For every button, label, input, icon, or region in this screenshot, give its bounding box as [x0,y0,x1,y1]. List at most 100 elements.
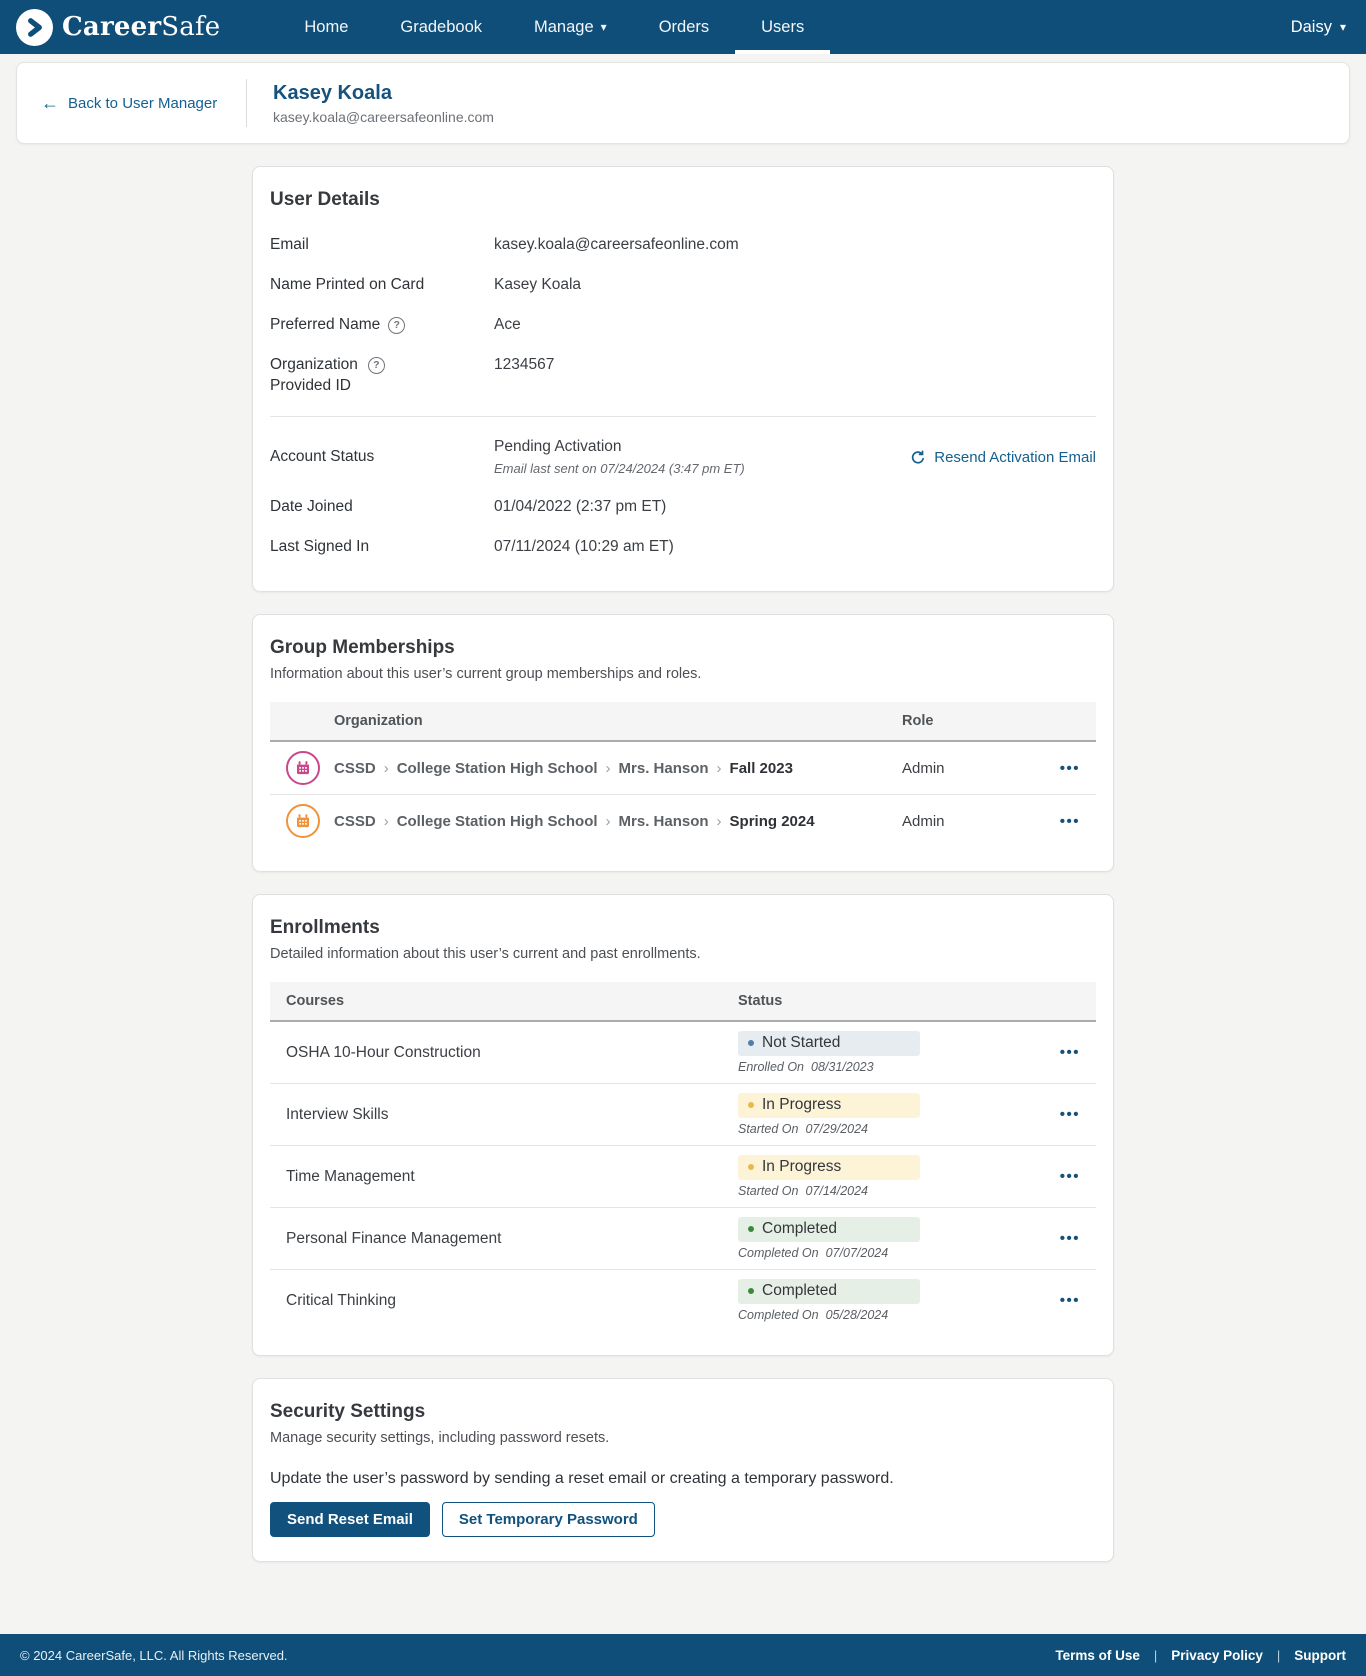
group-memberships-card: Group Memberships Information about this… [252,614,1114,872]
caret-down-icon: ▾ [601,20,607,34]
enrollment-row: OSHA 10-Hour Construction Not Started En… [270,1022,1096,1084]
ellipsis-menu-icon[interactable]: ••• [1040,1231,1080,1246]
breadcrumb-district[interactable]: CSSD [334,813,376,830]
nav-item-gradebook[interactable]: Gradebook [374,0,508,54]
breadcrumb-teacher[interactable]: Mrs. Hanson [619,813,709,830]
user-identity: Kasey Koala kasey.koala@careersafeonline… [273,82,494,125]
org-id-text-line2: Provided ID [270,377,494,395]
status-date-value: 07/07/2024 [826,1246,889,1260]
ellipsis-menu-icon[interactable]: ••• [1040,1169,1080,1184]
breadcrumb-teacher[interactable]: Mrs. Hanson [619,760,709,777]
account-status-value: Pending Activation [494,438,910,456]
security-settings-card: Security Settings Manage security settin… [252,1378,1114,1562]
status-dot-icon [748,1102,754,1108]
ellipsis-menu-icon[interactable]: ••• [1040,1293,1080,1308]
careersafe-chevron-icon [16,9,53,46]
header-actions-spacer [1040,993,1080,1009]
brand-name: CareerSafe [62,12,220,42]
status-label: Not Started [762,1034,840,1052]
top-navigation: CareerSafe Home Gradebook Manage ▾ Order… [0,0,1366,54]
account-status-value-block: Pending Activation Email last sent on 07… [494,438,910,476]
enrollment-row: Time Management In Progress Started On 0… [270,1146,1096,1208]
nav-item-users-label: Users [761,18,804,37]
nav-item-gradebook-label: Gradebook [400,18,482,37]
support-link[interactable]: Support [1294,1648,1346,1663]
membership-row: CSSD › College Station High School › Mrs… [270,795,1096,847]
user-page-header: ← Back to User Manager Kasey Koala kasey… [16,62,1350,144]
breadcrumb-term[interactable]: Spring 2024 [730,813,815,830]
terms-of-use-link[interactable]: Terms of Use [1055,1648,1140,1663]
footer-separator: | [1277,1648,1280,1663]
breadcrumb-district[interactable]: CSSD [334,760,376,777]
last-signed-in-label: Last Signed In [270,538,494,556]
group-memberships-subtitle: Information about this user’s current gr… [270,666,1096,682]
status-label: In Progress [762,1158,841,1176]
course-name: Time Management [286,1168,738,1186]
status-dot-icon [748,1040,754,1046]
last-signed-in-value: 07/11/2024 (10:29 am ET) [494,538,1096,556]
status-dot-icon [748,1226,754,1232]
resend-activation-email-link[interactable]: Resend Activation Email [910,438,1096,476]
resend-link-label: Resend Activation Email [934,449,1096,466]
enrollments-table-header: Courses Status [270,982,1096,1022]
enrollments-subtitle: Detailed information about this user’s c… [270,946,1096,962]
chevron-right-icon: › [384,760,389,777]
footer-separator: | [1154,1648,1157,1663]
role-column-header: Role [902,713,1044,729]
preferred-name-label: Preferred Name ? [270,316,494,334]
chevron-right-icon: › [717,813,722,830]
membership-row: CSSD › College Station High School › Mrs… [270,742,1096,795]
last-signed-in-row: Last Signed In 07/11/2024 (10:29 am ET) [270,527,1096,567]
group-memberships-table: Organization Role CSSD › College Station… [270,702,1096,847]
preferred-name-value: Ace [494,316,1096,334]
page-footer: © 2024 CareerSafe, LLC. All Rights Reser… [0,1634,1366,1676]
account-status-label: Account Status [270,438,494,476]
nav-item-orders[interactable]: Orders [633,0,735,54]
membership-breadcrumb: CSSD › College Station High School › Mrs… [334,760,902,777]
status-date: Started On 07/14/2024 [738,1184,1040,1198]
nav-item-home-label: Home [304,18,348,37]
organization-column-header: Organization [334,713,902,729]
enrollment-row: Critical Thinking Completed Completed On… [270,1270,1096,1331]
help-icon[interactable]: ? [388,317,405,334]
account-menu[interactable]: Daisy ▾ [1291,18,1346,37]
name-printed-value: Kasey Koala [494,276,1096,294]
status-date-label: Started On [738,1184,798,1198]
breadcrumb-school[interactable]: College Station High School [397,760,598,777]
calendar-icon [286,804,320,838]
breadcrumb-term[interactable]: Fall 2023 [730,760,793,777]
enrollment-row: Personal Finance Management Completed Co… [270,1208,1096,1270]
help-icon[interactable]: ? [368,357,385,374]
status-date-value: 07/29/2024 [805,1122,868,1136]
nav-item-home[interactable]: Home [278,0,374,54]
ellipsis-menu-icon[interactable]: ••• [1040,1107,1080,1122]
status-badge: In Progress [738,1093,920,1118]
status-column-header: Status [738,993,1040,1009]
refresh-icon [910,450,926,466]
status-badge: Completed [738,1217,920,1242]
chevron-right-icon: › [606,760,611,777]
status-badge: In Progress [738,1155,920,1180]
status-badge: Not Started [738,1031,920,1056]
ellipsis-menu-icon[interactable]: ••• [1044,814,1080,829]
nav-item-users[interactable]: Users [735,0,830,54]
back-to-user-manager-link[interactable]: ← Back to User Manager [41,94,246,112]
chevron-right-icon: › [717,760,722,777]
status-date: Started On 07/29/2024 [738,1122,1040,1136]
preferred-name-row: Preferred Name ? Ace [270,305,1096,345]
status-date-label: Completed On [738,1246,819,1260]
nav-item-orders-label: Orders [659,18,709,37]
status-date-label: Enrolled On [738,1060,804,1074]
careersafe-logo[interactable]: CareerSafe [16,9,220,46]
nav-item-manage[interactable]: Manage ▾ [508,0,633,54]
ellipsis-menu-icon[interactable]: ••• [1044,761,1080,776]
breadcrumb-school[interactable]: College Station High School [397,813,598,830]
privacy-policy-link[interactable]: Privacy Policy [1171,1648,1263,1663]
set-temporary-password-button[interactable]: Set Temporary Password [442,1502,655,1537]
send-reset-email-button[interactable]: Send Reset Email [270,1502,430,1537]
status-date-value: 05/28/2024 [826,1308,889,1322]
main-nav: Home Gradebook Manage ▾ Orders Users [278,0,830,54]
name-printed-row: Name Printed on Card Kasey Koala [270,265,1096,305]
membership-role: Admin [902,760,1044,777]
ellipsis-menu-icon[interactable]: ••• [1040,1045,1080,1060]
